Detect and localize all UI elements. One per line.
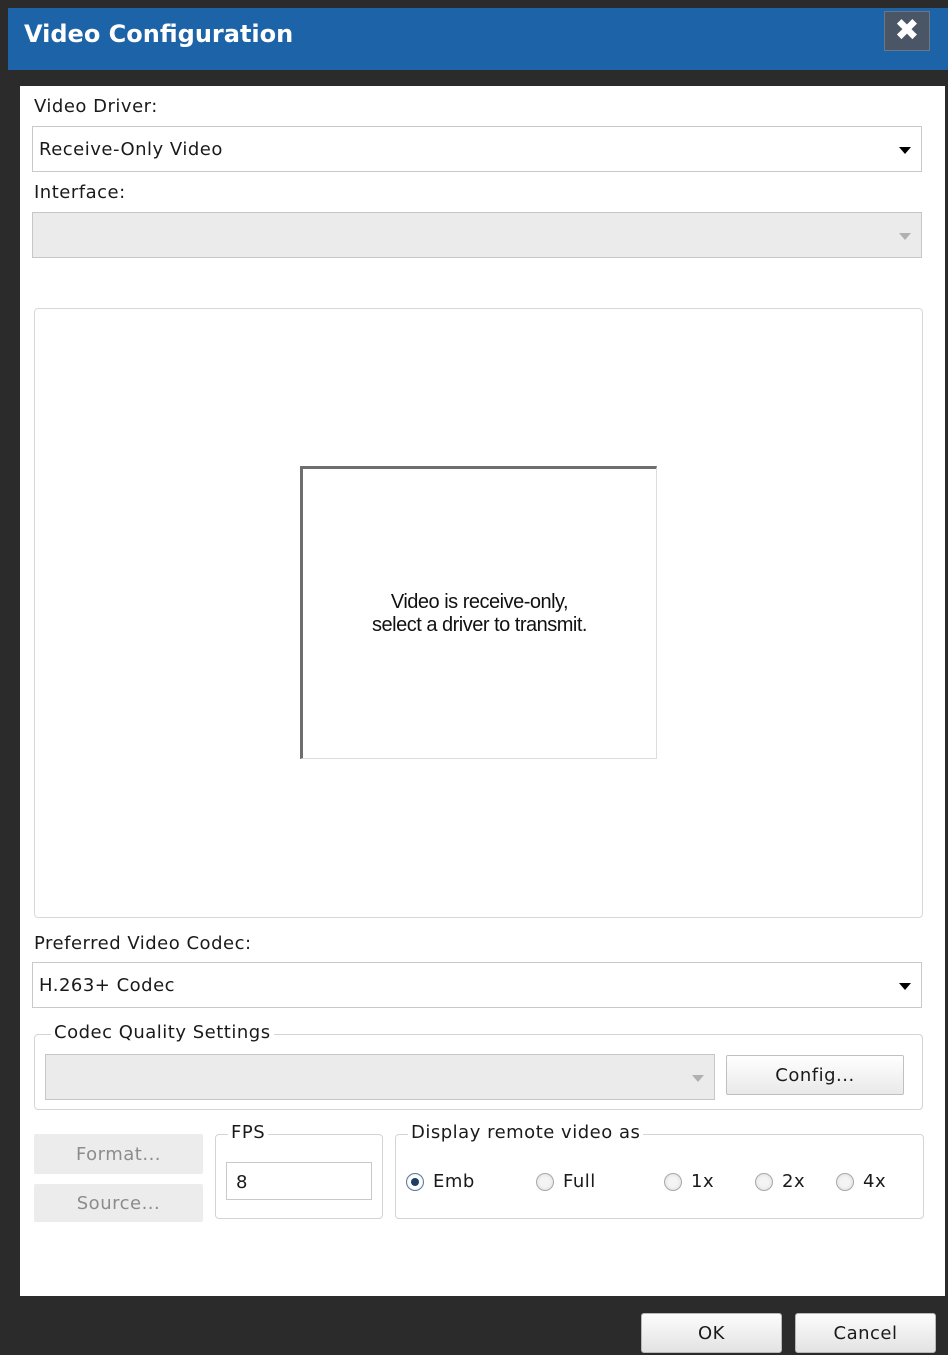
radio-unselected-icon	[536, 1172, 554, 1191]
close-icon: ✖	[894, 13, 920, 48]
video-driver-select[interactable]: Receive-Only Video	[32, 126, 922, 172]
radio-emb-label: Emb	[433, 1171, 475, 1192]
codec-label: Preferred Video Codec:	[34, 933, 252, 954]
codec-quality-legend: Codec Quality Settings	[51, 1022, 274, 1043]
radio-unselected-icon	[836, 1172, 854, 1191]
video-preview-panel: Video is receive-only, select a driver t…	[34, 308, 923, 918]
cancel-button[interactable]: Cancel	[795, 1313, 936, 1353]
dialog-content: Video Driver: Receive-Only Video Interfa…	[20, 86, 945, 1296]
chevron-down-icon	[899, 983, 911, 990]
video-driver-label: Video Driver:	[34, 96, 158, 117]
interface-label: Interface:	[34, 182, 126, 203]
radio-2x[interactable]: 2x	[755, 1171, 805, 1192]
video-preview-box: Video is receive-only, select a driver t…	[300, 466, 657, 759]
video-driver-value: Receive-Only Video	[39, 139, 223, 160]
fps-value: 8	[236, 1172, 248, 1193]
close-button[interactable]: ✖	[884, 11, 930, 51]
codec-quality-select[interactable]	[45, 1054, 715, 1100]
radio-1x-label: 1x	[691, 1171, 715, 1192]
radio-selected-icon	[406, 1172, 424, 1191]
window-title: Video Configuration	[24, 20, 294, 48]
interface-select[interactable]	[32, 212, 922, 258]
source-button[interactable]: Source...	[34, 1184, 203, 1222]
ok-button[interactable]: OK	[641, 1313, 782, 1353]
codec-value: H.263+ Codec	[39, 975, 176, 996]
remote-display-group: Display remote video as Emb Full 1x 2x 4…	[395, 1122, 924, 1219]
codec-quality-group: Codec Quality Settings Config...	[34, 1022, 923, 1110]
title-bar: Video Configuration ✖	[8, 8, 948, 70]
preview-message-line1: Video is receive-only,	[390, 590, 569, 613]
radio-unselected-icon	[755, 1172, 773, 1191]
chevron-down-icon	[899, 233, 911, 240]
codec-select[interactable]: H.263+ Codec	[32, 962, 922, 1008]
format-button[interactable]: Format...	[34, 1134, 203, 1174]
radio-4x-label: 4x	[863, 1171, 887, 1192]
remote-display-legend: Display remote video as	[408, 1122, 644, 1143]
fps-legend: FPS	[228, 1122, 269, 1143]
chevron-down-icon	[899, 147, 911, 154]
radio-2x-label: 2x	[782, 1171, 806, 1192]
radio-1x[interactable]: 1x	[664, 1171, 714, 1192]
radio-unselected-icon	[664, 1172, 682, 1191]
fps-input[interactable]: 8	[226, 1162, 372, 1200]
chevron-down-icon	[692, 1075, 704, 1082]
radio-full[interactable]: Full	[536, 1171, 596, 1192]
radio-4x[interactable]: 4x	[836, 1171, 886, 1192]
config-button[interactable]: Config...	[726, 1055, 904, 1095]
fps-group: FPS 8	[215, 1122, 383, 1219]
preview-message-line2: select a driver to transmit.	[372, 613, 587, 636]
radio-full-label: Full	[563, 1171, 596, 1192]
radio-emb[interactable]: Emb	[406, 1171, 475, 1192]
